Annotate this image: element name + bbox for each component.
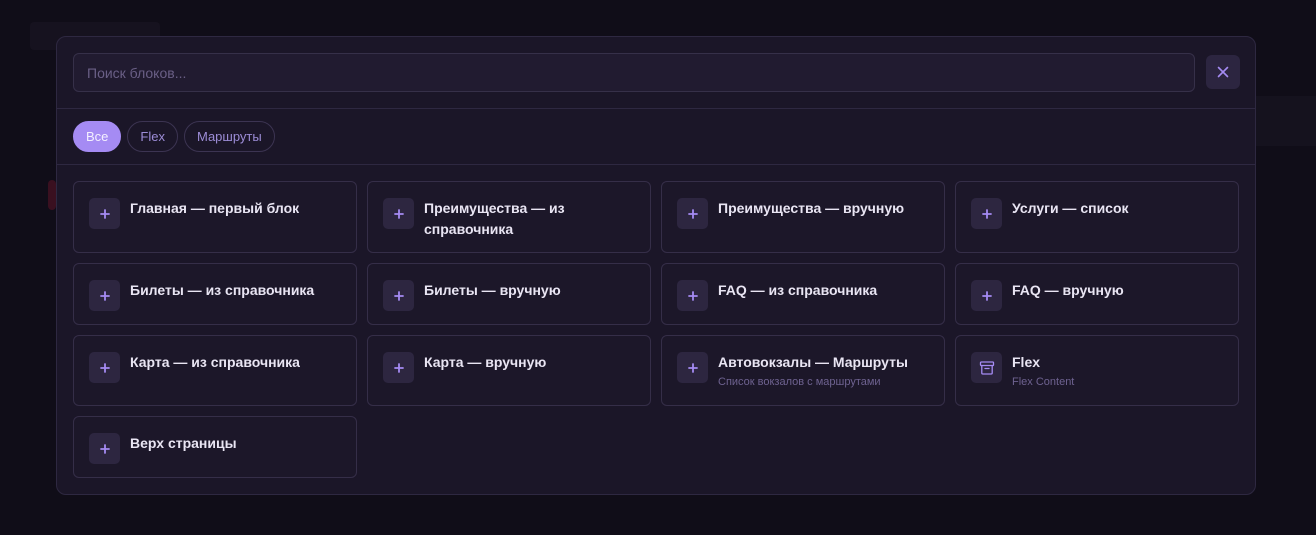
block-title: FAQ — из справочника: [718, 282, 878, 298]
close-button[interactable]: [1206, 55, 1240, 89]
plus-icon: [677, 352, 708, 383]
background-badge: [48, 180, 56, 210]
block-card[interactable]: Билеты — вручную: [367, 263, 651, 325]
plus-icon: [383, 198, 414, 229]
block-title: Билеты — вручную: [424, 282, 561, 298]
plus-icon: [89, 280, 120, 311]
block-grid: Главная — первый блок Преимущества — из …: [73, 181, 1240, 478]
block-title: Карта — вручную: [424, 354, 547, 370]
filter-chip-all[interactable]: Все: [73, 121, 122, 152]
plus-icon: [677, 280, 708, 311]
block-title: FAQ — вручную: [1012, 282, 1124, 298]
search-input[interactable]: [73, 53, 1195, 92]
filter-chip-routes[interactable]: Маршруты: [183, 121, 275, 152]
filter-chip-flex[interactable]: Flex: [127, 121, 178, 152]
block-title: Карта — из справочника: [130, 354, 300, 370]
block-title: Услуги — список: [1012, 200, 1129, 216]
block-title: Билеты — из справочника: [130, 282, 315, 298]
search-bar: [57, 37, 1255, 109]
block-title: Преимущества — вручную: [718, 200, 905, 216]
block-subtitle: Список вокзалов с маршрутами: [718, 376, 881, 388]
block-card[interactable]: FAQ — из справочника: [661, 263, 945, 325]
block-card[interactable]: Главная — первый блок: [73, 181, 357, 253]
plus-icon: [383, 352, 414, 383]
plus-icon: [971, 198, 1002, 229]
plus-icon: [89, 433, 120, 464]
block-card[interactable]: Карта — из справочника: [73, 335, 357, 406]
block-title: Главная — первый блок: [130, 200, 300, 216]
plus-icon: [971, 280, 1002, 311]
block-card[interactable]: Преимущества — вручную: [661, 181, 945, 253]
archive-icon: [971, 352, 1002, 383]
block-card[interactable]: Услуги — список: [955, 181, 1239, 253]
block-card[interactable]: Автовокзалы — Маршруты Список вокзалов с…: [661, 335, 945, 406]
plus-icon: [383, 280, 414, 311]
background-strip: [1256, 96, 1316, 146]
block-title: Flex: [1012, 354, 1041, 370]
plus-icon: [677, 198, 708, 229]
block-card[interactable]: FAQ — вручную: [955, 263, 1239, 325]
block-subtitle: Flex Content: [1012, 376, 1075, 388]
block-card[interactable]: Билеты — из справочника: [73, 263, 357, 325]
block-title: Автовокзалы — Маршруты: [718, 354, 908, 370]
block-card[interactable]: Карта — вручную: [367, 335, 651, 406]
block-title: Верх страницы: [130, 435, 237, 451]
plus-icon: [89, 198, 120, 229]
filter-bar: Все Flex Маршруты: [57, 109, 1255, 165]
close-icon: [1217, 66, 1229, 78]
block-card[interactable]: Flex Flex Content: [955, 335, 1239, 406]
plus-icon: [89, 352, 120, 383]
block-card[interactable]: Верх страницы: [73, 416, 357, 478]
block-title: Преимущества — из справочника: [424, 200, 565, 237]
block-card[interactable]: Преимущества — из справочника: [367, 181, 651, 253]
block-picker-modal: Все Flex Маршруты Главная — первый блок …: [56, 36, 1256, 495]
